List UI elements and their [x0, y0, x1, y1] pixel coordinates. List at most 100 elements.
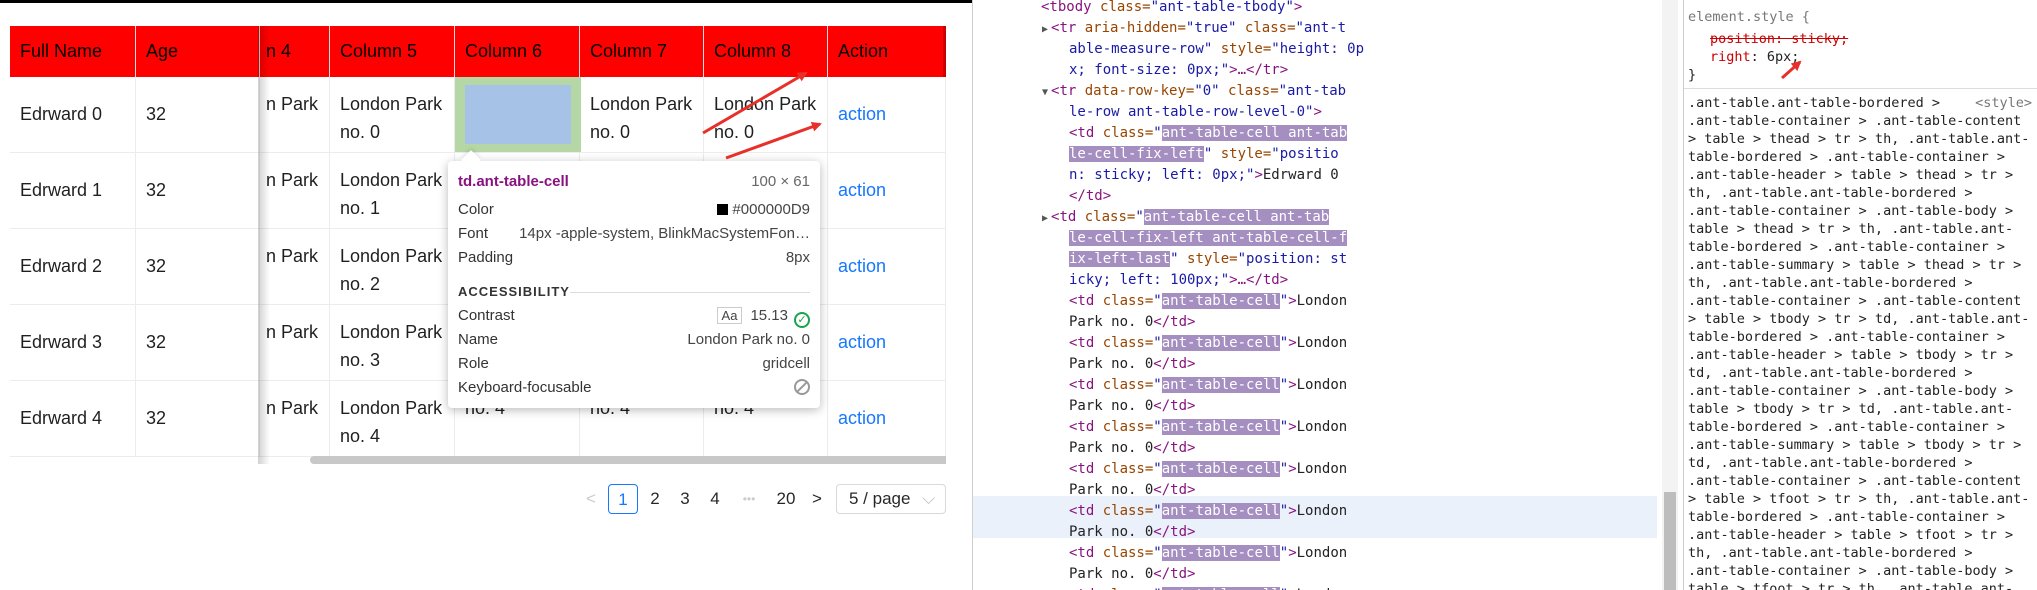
dom-token: able-measure-row"	[1069, 41, 1221, 57]
dom-token: Park no. 0	[1069, 524, 1154, 540]
header-action[interactable]: Action	[828, 26, 946, 77]
dom-line[interactable]: ▼ <tr data-row-key="0" class="ant-tab	[1042, 81, 1346, 103]
page-20-button[interactable]: 20	[770, 484, 802, 514]
dom-line[interactable]: n: sticky; left: 0px;">Edrward 0	[1069, 165, 1339, 186]
page-4-button[interactable]: 4	[702, 484, 728, 514]
dom-line[interactable]: <td class="ant-table-cell">London	[1069, 459, 1347, 480]
header-column-6[interactable]: Column 6	[455, 26, 580, 77]
collapse-triangle-icon[interactable]: ▼	[1042, 87, 1048, 98]
horizontal-scrollbar[interactable]	[310, 456, 946, 464]
dom-line[interactable]: <td class="ant-table-cell">London	[1069, 375, 1347, 396]
dom-line[interactable]: able-measure-row" style="height: 0p	[1069, 39, 1364, 60]
dom-line[interactable]: x; font-size: 0px;">…</tr>	[1069, 60, 1288, 81]
elements-scrollbar-thumb[interactable]	[1664, 492, 1676, 590]
cell-age: 32	[136, 381, 260, 456]
dom-token: "	[1279, 503, 1289, 519]
dom-line[interactable]: <td class="ant-table-cell ant-tab	[1069, 123, 1348, 144]
action-link[interactable]: action	[828, 381, 946, 456]
next-page-button[interactable]: >	[806, 484, 828, 514]
dom-token: ant-table-cell	[1161, 419, 1280, 435]
dom-line[interactable]: <td class="ant-table-cell">London	[1069, 291, 1347, 312]
action-link[interactable]: action	[828, 229, 946, 304]
dom-token: "	[1153, 335, 1162, 351]
dom-line[interactable]: ▶ <tr aria-hidden="true" class="ant-t	[1042, 18, 1346, 40]
page-3-button[interactable]: 3	[672, 484, 698, 514]
dom-token: "	[1153, 125, 1162, 141]
elements-scrollbar[interactable]	[1662, 0, 1678, 590]
dom-token: class=	[1102, 503, 1154, 519]
dom-token: <td	[1069, 419, 1103, 435]
style-prop-position[interactable]: position: sticky;	[1710, 31, 1848, 47]
dom-token: >	[1288, 377, 1297, 393]
dom-line[interactable]: Park no. 0</td>	[1069, 564, 1195, 585]
header-column-7[interactable]: Column 7	[580, 26, 704, 77]
css-selector-line: table > tbody > tr > td, .ant-table.ant-	[1688, 401, 2014, 417]
prev-page-button[interactable]: <	[580, 484, 602, 514]
css-selector-line: .ant-table-container > .ant-table-body >	[1688, 203, 2014, 219]
dom-line[interactable]: <tbody class="ant-table-tbody">	[1041, 0, 1302, 18]
cell-full-name: Edrward 2	[10, 229, 136, 304]
dom-line[interactable]: le-row ant-table-row-level-0">	[1069, 102, 1322, 123]
dom-token: aria-hidden=	[1084, 20, 1186, 36]
style-prop-right-value[interactable]: : 6px;	[1751, 49, 1800, 65]
style-prop-right-name[interactable]: right	[1710, 49, 1751, 65]
page-size-select[interactable]: 5 / page ⌵	[836, 484, 946, 514]
action-link[interactable]: action	[828, 153, 946, 228]
dom-token: "	[1153, 293, 1162, 309]
page-1-button[interactable]: 1	[608, 484, 638, 514]
dom-line[interactable]: Park no. 0</td>	[1069, 438, 1195, 459]
header-column-4[interactable]: n 4	[260, 26, 330, 77]
expand-triangle-icon[interactable]: ▶	[1042, 213, 1048, 224]
dom-line[interactable]: Park no. 0</td>	[1069, 396, 1195, 417]
tooltip-title: td.ant-table-cell	[458, 173, 569, 190]
dom-line[interactable]: le-cell-fix-left" style="positio	[1069, 144, 1339, 165]
dom-token: class=	[1084, 209, 1136, 225]
dom-line[interactable]: le-cell-fix-left ant-table-cell-f	[1069, 228, 1348, 249]
dom-line[interactable]: <td class="ant-table-cell">London	[1069, 501, 1347, 522]
css-selector-line: .ant-table-container > .ant-table-conten…	[1688, 293, 2022, 309]
dom-line[interactable]: Park no. 0</td>	[1069, 354, 1195, 375]
cell-column-5: London Park no. 3	[330, 305, 455, 380]
dom-line[interactable]: Park no. 0</td>	[1069, 522, 1195, 543]
header-age[interactable]: Age	[136, 26, 260, 77]
cell-full-name: Edrward 3	[10, 305, 136, 380]
dom-line[interactable]: <td class="ant-table-cell">London	[1069, 417, 1347, 438]
dom-token: class=	[1102, 293, 1154, 309]
dom-line[interactable]: Park no. 0</td>	[1069, 480, 1195, 501]
dom-token: class=	[1100, 0, 1151, 15]
dom-line[interactable]: Park no. 0</td>	[1069, 312, 1195, 333]
dom-token: class=	[1244, 20, 1296, 36]
expand-triangle-icon[interactable]: ▶	[1042, 24, 1048, 35]
dom-token: "ant-table-tbody"	[1150, 0, 1294, 15]
dom-line[interactable]: </td>	[1069, 186, 1111, 207]
pagination-ellipsis[interactable]: •••	[732, 484, 766, 514]
inspect-tooltip: td.ant-table-cell 100 × 61 Color #000000…	[448, 161, 820, 408]
action-link[interactable]: action	[828, 305, 946, 380]
page-2-button[interactable]: 2	[642, 484, 668, 514]
dom-token: <td	[1069, 503, 1103, 519]
dom-line[interactable]: ▶ <td class="ant-table-cell ant-tab	[1042, 207, 1330, 229]
style-source-link[interactable]: <style>	[1975, 94, 2032, 112]
header-full-name[interactable]: Full Name	[10, 26, 136, 77]
action-link[interactable]: action	[828, 77, 946, 152]
page-pane: Full Name Age n 4 Column 5 Column 6 Colu…	[0, 0, 972, 590]
css-selector-line: table-bordered > .ant-table-container >	[1688, 329, 2005, 345]
dom-token: "	[1279, 461, 1289, 477]
dom-token: "	[1153, 377, 1162, 393]
header-column-8[interactable]: Column 8	[704, 26, 828, 77]
header-column-5[interactable]: Column 5	[330, 26, 455, 77]
css-selector-line: > table > thead > tr > th, .ant-table.an…	[1688, 131, 2030, 147]
dom-token: "	[1279, 377, 1289, 393]
dom-token: Park no. 0	[1069, 356, 1154, 372]
dom-token: ant-table-cell	[1161, 461, 1280, 477]
tooltip-contrast-value: 15.13	[750, 307, 788, 324]
dom-line[interactable]: icky; left: 100px;">…</td>	[1069, 270, 1288, 291]
css-selector-line: .ant-table-summary > table > thead > tr …	[1688, 257, 2022, 273]
dom-token: London	[1296, 461, 1348, 477]
dom-line[interactable]: ix-left-last" style="position: st	[1069, 249, 1347, 270]
elements-panel: <tbody class="ant-table-tbody"> ▶ <tr aria…	[973, 0, 1657, 590]
dom-line[interactable]: <td class="ant-table-cell">London	[1069, 543, 1347, 564]
dom-line[interactable]: <td class="ant-table-cell">London	[1069, 585, 1347, 590]
dom-token: </td>	[1153, 440, 1196, 456]
dom-line[interactable]: <td class="ant-table-cell">London	[1069, 333, 1347, 354]
